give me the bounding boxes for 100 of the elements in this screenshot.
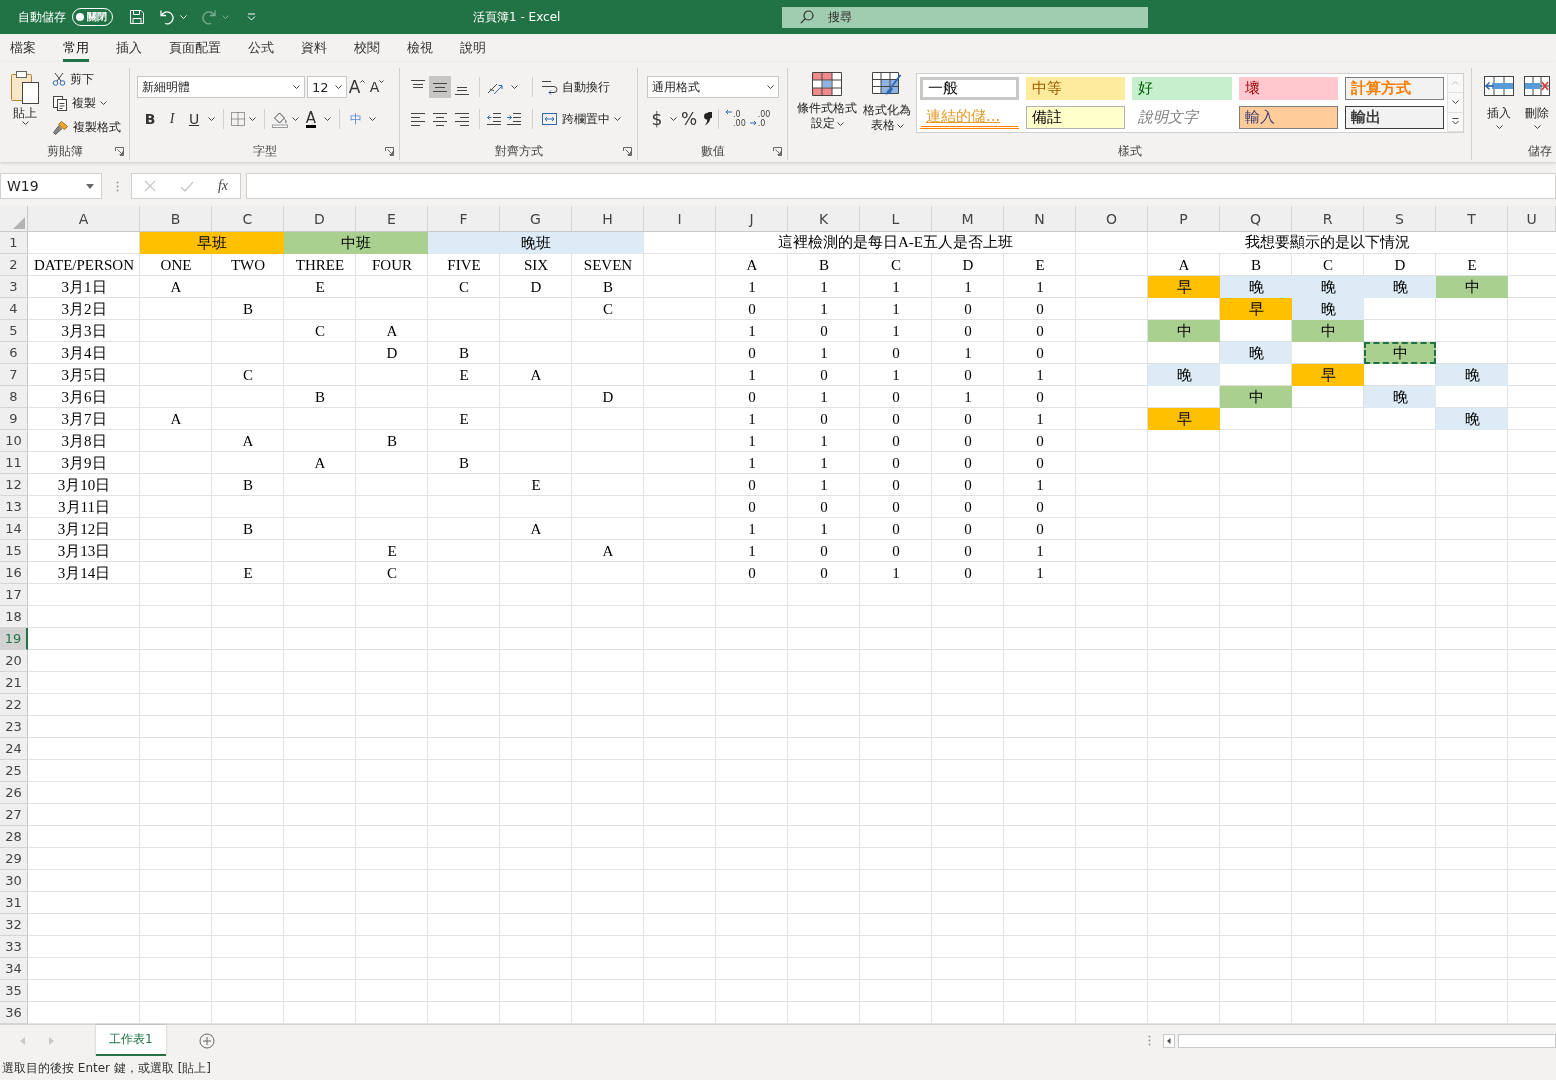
- cell-style-option[interactable]: 中等: [1026, 77, 1126, 100]
- column-header[interactable]: R: [1292, 206, 1364, 232]
- row-header[interactable]: 12: [0, 474, 28, 496]
- caret-icon[interactable]: [511, 85, 518, 89]
- ribbon-tab[interactable]: 檔案: [10, 34, 36, 62]
- ribbon-tab[interactable]: 校閱: [354, 34, 380, 62]
- row-header[interactable]: 16: [0, 562, 28, 584]
- shrink-font-button[interactable]: A: [367, 76, 387, 98]
- caret-icon[interactable]: [208, 117, 215, 121]
- column-header[interactable]: I: [644, 206, 716, 232]
- row-header[interactable]: 26: [0, 782, 28, 804]
- ribbon-tab[interactable]: 資料: [301, 34, 327, 62]
- dialog-launcher-icon[interactable]: [623, 146, 632, 156]
- name-box[interactable]: W19: [0, 173, 102, 199]
- row-header[interactable]: 32: [0, 914, 28, 936]
- column-header[interactable]: G: [500, 206, 572, 232]
- merge-center-button[interactable]: 跨欄置中: [539, 108, 623, 130]
- format-as-table-button[interactable]: 格式化為表格: [862, 72, 912, 133]
- row-header[interactable]: 17: [0, 584, 28, 606]
- row-header[interactable]: 28: [0, 826, 28, 848]
- add-sheet-icon[interactable]: [198, 1032, 215, 1049]
- row-header[interactable]: 23: [0, 716, 28, 738]
- row-header[interactable]: 18: [0, 606, 28, 628]
- undo-icon[interactable]: [159, 9, 175, 25]
- cell-style-option[interactable]: 說明文字: [1132, 106, 1232, 129]
- ribbon-tab[interactable]: 頁面配置: [169, 34, 221, 62]
- row-header[interactable]: 24: [0, 738, 28, 760]
- increase-decimal-button[interactable]: .0 .00: [725, 109, 746, 129]
- row-header[interactable]: 13: [0, 496, 28, 518]
- row-header[interactable]: 20: [0, 650, 28, 672]
- conditional-format-button[interactable]: 條件式格式設定: [796, 72, 858, 131]
- wrap-text-button[interactable]: 自動換行: [539, 76, 612, 98]
- indent-icon[interactable]: [506, 112, 522, 126]
- dialog-launcher-icon[interactable]: [385, 146, 394, 156]
- row-header[interactable]: 33: [0, 936, 28, 958]
- ribbon-tab[interactable]: 檢視: [407, 34, 433, 62]
- column-header[interactable]: A: [28, 206, 140, 232]
- search-field[interactable]: 搜尋: [782, 6, 1148, 28]
- caret-icon[interactable]: [369, 117, 376, 121]
- column-header[interactable]: S: [1364, 206, 1436, 232]
- font-color-button[interactable]: A: [301, 108, 321, 130]
- currency-button[interactable]: $: [647, 108, 667, 130]
- column-header[interactable]: M: [932, 206, 1004, 232]
- column-header[interactable]: D: [284, 206, 356, 232]
- row-header[interactable]: 30: [0, 870, 28, 892]
- row-header[interactable]: 1: [0, 232, 28, 254]
- ribbon-tab[interactable]: 插入: [116, 34, 142, 62]
- outdent-icon[interactable]: [486, 112, 502, 126]
- grow-font-button[interactable]: A: [347, 76, 367, 98]
- save-icon[interactable]: [129, 9, 145, 25]
- row-header[interactable]: 31: [0, 892, 28, 914]
- cell-style-option[interactable]: 輸入: [1238, 106, 1338, 129]
- row-header[interactable]: 29: [0, 848, 28, 870]
- row-header[interactable]: 5: [0, 320, 28, 342]
- column-header[interactable]: B: [140, 206, 212, 232]
- delete-cells-button[interactable]: 刪除: [1524, 76, 1550, 142]
- insert-cells-button[interactable]: 插入: [1484, 76, 1514, 142]
- column-header[interactable]: H: [572, 206, 644, 232]
- row-header[interactable]: 11: [0, 452, 28, 474]
- caret-icon[interactable]: [249, 117, 256, 121]
- row-header[interactable]: 36: [0, 1002, 28, 1024]
- column-header[interactable]: C: [212, 206, 284, 232]
- font-name-field[interactable]: 新細明體: [137, 76, 305, 98]
- row-header[interactable]: 27: [0, 804, 28, 826]
- caret-icon[interactable]: [292, 117, 299, 121]
- paste-button[interactable]: 貼上: [6, 68, 44, 142]
- column-header[interactable]: O: [1076, 206, 1148, 232]
- column-header[interactable]: F: [428, 206, 500, 232]
- align-icon[interactable]: [429, 76, 451, 98]
- row-header[interactable]: 7: [0, 364, 28, 386]
- row-header[interactable]: 9: [0, 408, 28, 430]
- dialog-launcher-icon[interactable]: [115, 146, 124, 156]
- caret-icon[interactable]: [670, 117, 677, 121]
- italic-button[interactable]: I: [161, 108, 183, 130]
- cell-style-option[interactable]: 好: [1132, 77, 1232, 100]
- column-header[interactable]: L: [860, 206, 932, 232]
- sheet-tab[interactable]: 工作表1: [96, 1025, 166, 1056]
- column-header[interactable]: K: [788, 206, 860, 232]
- cell-style-option[interactable]: 一般: [920, 77, 1020, 100]
- row-header[interactable]: 34: [0, 958, 28, 980]
- font-size-field[interactable]: 12: [307, 76, 347, 98]
- column-header[interactable]: N: [1004, 206, 1076, 232]
- cell-style-option[interactable]: 壞: [1238, 77, 1338, 100]
- percent-button[interactable]: %: [679, 108, 699, 130]
- column-header[interactable]: U: [1508, 206, 1556, 232]
- cell-style-option[interactable]: 輸出: [1344, 106, 1444, 129]
- ribbon-tab[interactable]: 公式: [248, 34, 274, 62]
- row-header[interactable]: 22: [0, 694, 28, 716]
- formula-input-field[interactable]: [246, 173, 1556, 199]
- row-header[interactable]: 6: [0, 342, 28, 364]
- bold-button[interactable]: B: [139, 108, 161, 130]
- column-header[interactable]: P: [1148, 206, 1220, 232]
- format-painter-button[interactable]: 複製格式: [50, 116, 123, 138]
- cell-style-option[interactable]: 備註: [1026, 106, 1126, 129]
- row-header[interactable]: 21: [0, 672, 28, 694]
- row-header[interactable]: 4: [0, 298, 28, 320]
- scroll-left-icon[interactable]: [1163, 1033, 1175, 1048]
- row-header[interactable]: 19: [0, 628, 28, 650]
- row-header[interactable]: 2: [0, 254, 28, 276]
- row-header[interactable]: 15: [0, 540, 28, 562]
